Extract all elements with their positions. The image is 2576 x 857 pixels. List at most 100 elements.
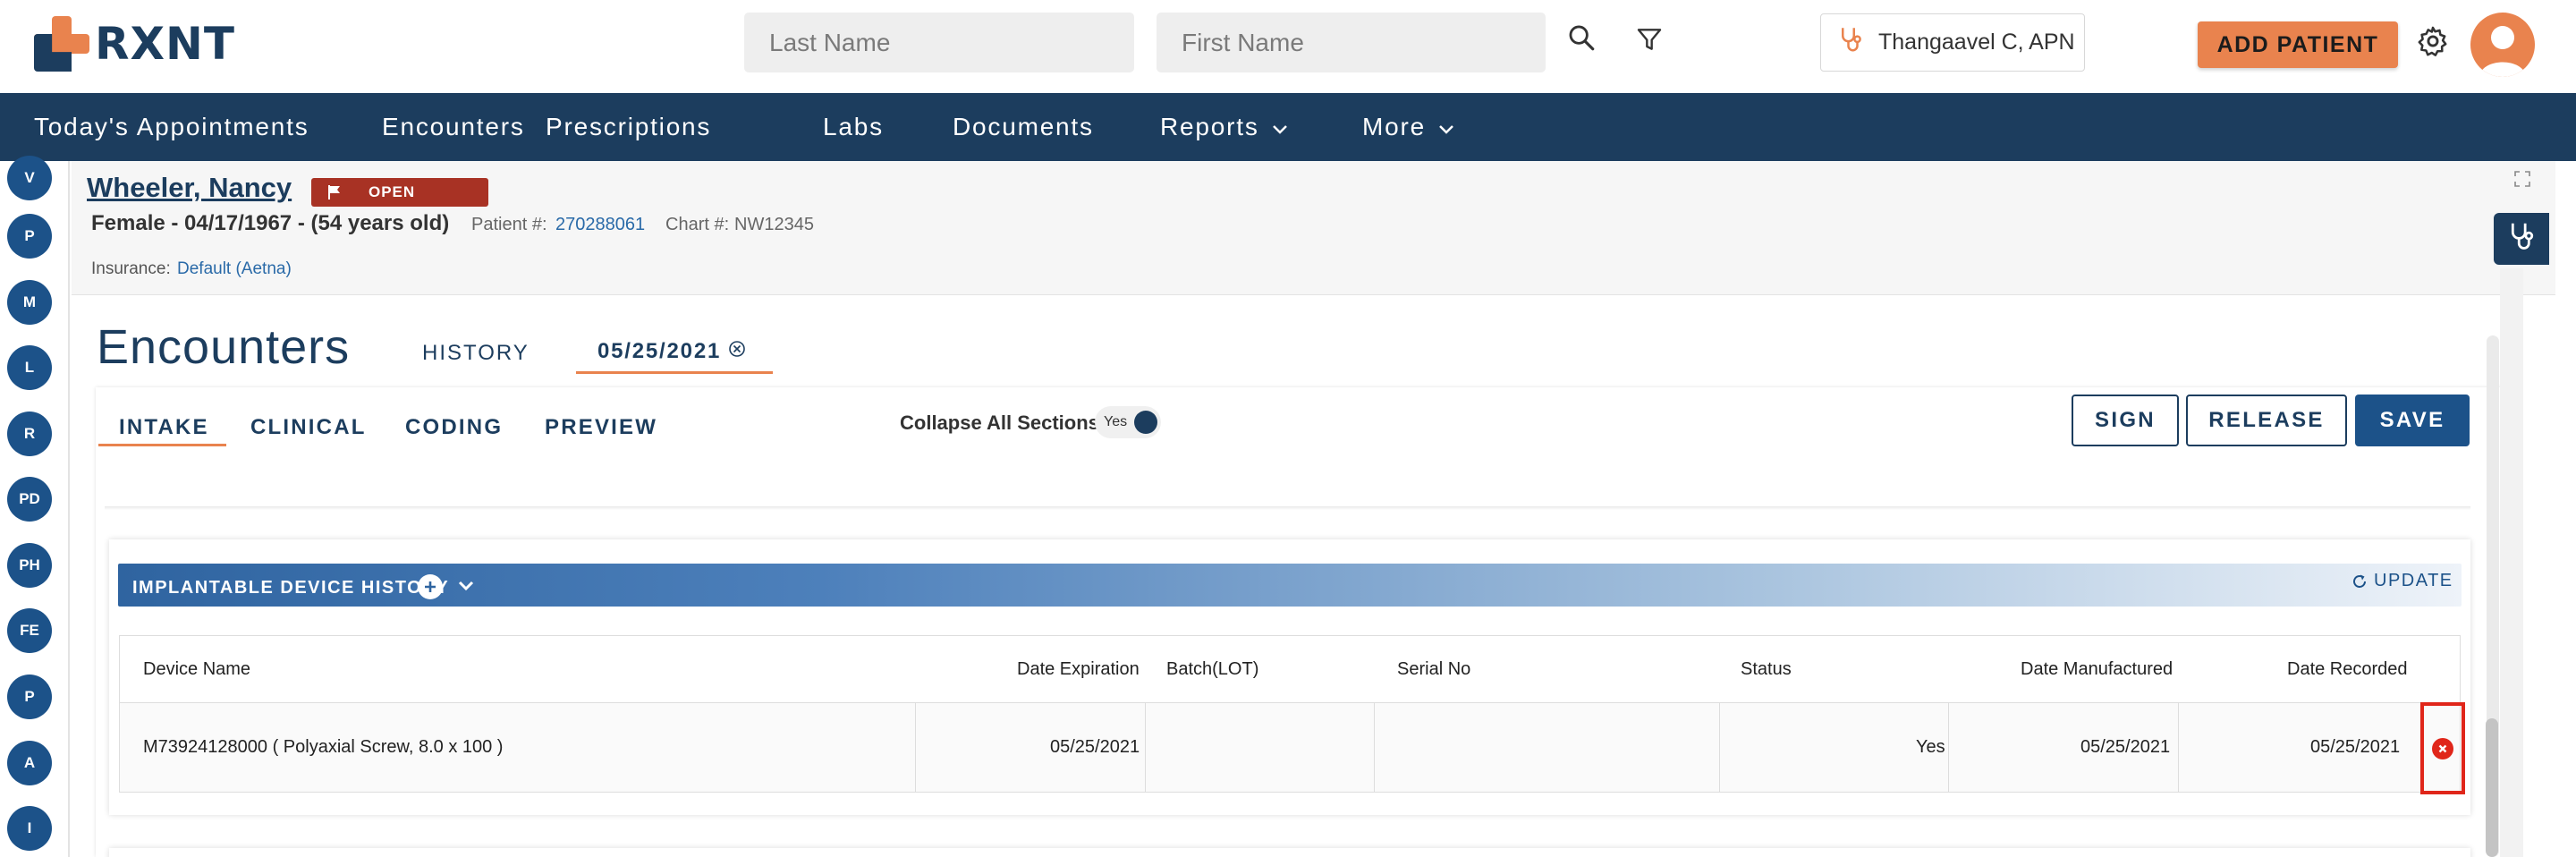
rail-item-p2[interactable]: P <box>7 675 52 719</box>
nav-documents[interactable]: Documents <box>953 113 1094 141</box>
tab-encounter-date[interactable]: 05/25/2021 <box>576 332 773 374</box>
table-row[interactable]: M73924128000 ( Polyaxial Screw, 8.0 x 10… <box>120 703 2460 792</box>
stethoscope-icon <box>2506 221 2537 258</box>
table-header: Device Name Date Expiration Batch(LOT) S… <box>120 636 2460 703</box>
next-section-panel <box>109 848 2470 857</box>
remove-circle-icon <box>2432 737 2453 759</box>
expand-icon[interactable] <box>2513 170 2533 190</box>
cell-date-expiration: 05/25/2021 <box>1050 737 1140 757</box>
update-label: UPDATE <box>2374 571 2453 590</box>
release-button[interactable]: RELEASE <box>2186 395 2347 446</box>
patient-number-label: Patient #: <box>471 215 547 234</box>
filter-icon[interactable] <box>1631 21 1667 57</box>
column-divider <box>1948 703 1949 792</box>
nav-label: Prescriptions <box>546 113 712 140</box>
cell-status: Yes <box>1916 737 1945 757</box>
save-button[interactable]: SAVE <box>2355 395 2470 446</box>
nav-encounters[interactable]: Encounters <box>382 113 525 141</box>
sign-button[interactable]: SIGN <box>2072 395 2179 446</box>
rxnt-logo[interactable]: RXNT <box>34 16 235 72</box>
nav-prescriptions[interactable]: Prescriptions <box>546 113 711 141</box>
cell-date-recorded: 05/25/2021 <box>2310 737 2401 757</box>
section-divider <box>105 506 2470 510</box>
page-scrollbar-track[interactable] <box>2500 268 2523 857</box>
patient-number-value[interactable]: 270288061 <box>555 215 645 235</box>
flag-icon <box>327 184 342 205</box>
column-divider <box>1719 703 1720 792</box>
rail-item-m[interactable]: M <box>7 280 52 325</box>
nav-label: Labs <box>823 113 884 140</box>
add-device-icon[interactable] <box>418 574 443 599</box>
chart-number-value: NW12345 <box>734 215 814 234</box>
stethoscope-icon <box>1837 25 1864 60</box>
subtab-coding[interactable]: CODING <box>405 415 503 440</box>
collapse-all-label: Collapse All Sections: <box>900 412 1106 434</box>
device-history-table: Device Name Date Expiration Batch(LOT) S… <box>119 635 2461 793</box>
patient-header: Wheeler, Nancy OPEN Female - 04/17/1967 … <box>72 161 2555 295</box>
close-tab-icon[interactable] <box>728 339 746 371</box>
search-icon[interactable] <box>1563 20 1599 55</box>
logo-text: RXNT <box>95 18 236 70</box>
user-avatar[interactable] <box>2470 13 2535 77</box>
nav-todays-appointments[interactable]: Today's Appointments <box>34 113 309 141</box>
rail-item-a[interactable]: A <box>7 741 52 785</box>
subtab-preview[interactable]: PREVIEW <box>545 415 657 440</box>
insurance-value[interactable]: Default (Aetna) <box>177 259 292 279</box>
rail-item-l[interactable]: L <box>7 345 52 390</box>
refresh-icon <box>2353 574 2366 588</box>
nav-label: Today's Appointments <box>34 113 309 140</box>
update-link[interactable]: UPDATE <box>2351 571 2453 591</box>
rail-item-ph[interactable]: PH <box>7 543 52 588</box>
column-header-date-manufactured: Date Manufactured <box>2021 659 2174 679</box>
nav-label: Documents <box>953 113 1094 140</box>
nav-labs[interactable]: Labs <box>823 113 884 141</box>
column-header-status: Status <box>1741 659 1792 679</box>
column-divider <box>2178 703 2179 792</box>
column-divider <box>1374 703 1375 792</box>
remove-device-button[interactable] <box>2420 702 2465 794</box>
provider-selector[interactable]: Thangaavel C, APN <box>1820 13 2085 72</box>
nav-label: More <box>1362 113 1426 140</box>
top-bar: RXNT Thangaavel C, APN ADD PATIENT <box>0 0 2576 93</box>
page-title: Encounters <box>97 320 351 374</box>
panel-scrollbar-thumb[interactable] <box>2486 718 2498 857</box>
cell-date-manufactured: 05/25/2021 <box>2080 737 2171 757</box>
status-badge: OPEN <box>311 178 488 207</box>
chevron-down-icon <box>1438 113 1454 141</box>
rail-item-fe[interactable]: FE <box>7 608 52 653</box>
patient-name-link[interactable]: Wheeler, Nancy <box>87 172 292 204</box>
rail-item-r[interactable]: R <box>7 412 52 456</box>
nav-label: Encounters <box>382 113 525 140</box>
active-subtab-indicator <box>98 444 226 446</box>
patient-demographics: Female - 04/17/1967 - (54 years old) <box>91 211 450 235</box>
rail-item-pd[interactable]: PD <box>7 477 52 522</box>
logo-cross-icon <box>34 16 89 72</box>
collapse-all-toggle[interactable]: Yes <box>1095 406 1161 438</box>
column-divider <box>1145 703 1146 792</box>
gear-icon[interactable] <box>2414 22 2452 60</box>
chevron-down-icon[interactable] <box>457 580 475 597</box>
rail-item-v[interactable]: V <box>7 156 52 200</box>
stethoscope-side-button[interactable] <box>2494 213 2549 265</box>
cell-device-name: M73924128000 ( Polyaxial Screw, 8.0 x 10… <box>143 737 504 757</box>
device-history-title: IMPLANTABLE DEVICE HISTORY <box>132 578 450 598</box>
column-header-serial-no: Serial No <box>1397 659 1471 679</box>
nav-reports[interactable]: Reports <box>1160 113 1288 141</box>
rail-item-p[interactable]: P <box>7 214 52 259</box>
nav-more[interactable]: More <box>1362 113 1454 141</box>
main-nav: Today's Appointments Encounters Prescrip… <box>0 93 2576 161</box>
rail-item-i[interactable]: I <box>7 806 52 851</box>
first-name-search-input[interactable] <box>1157 13 1546 72</box>
left-section-rail: V P M L R PD PH FE P A I <box>0 156 70 857</box>
encounter-date-label: 05/25/2021 <box>597 339 722 363</box>
toggle-value: Yes <box>1104 414 1128 429</box>
chart-number-label: Chart #: <box>665 215 730 234</box>
add-patient-button[interactable]: ADD PATIENT <box>2198 21 2398 68</box>
subtab-intake[interactable]: INTAKE <box>119 415 209 440</box>
provider-name: Thangaavel C, APN <box>1878 30 2075 55</box>
status-badge-label: OPEN <box>369 183 416 200</box>
last-name-search-input[interactable] <box>744 13 1134 72</box>
subtab-clinical[interactable]: CLINICAL <box>250 415 367 440</box>
tab-history[interactable]: HISTORY <box>422 341 530 366</box>
column-divider <box>915 703 916 792</box>
